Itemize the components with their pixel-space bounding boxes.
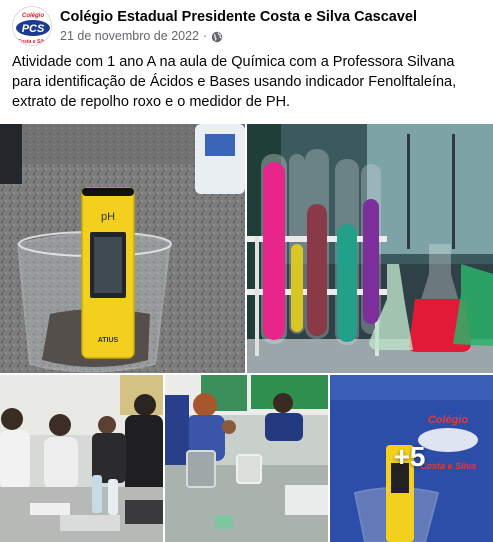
photo-test-tubes[interactable] (247, 124, 493, 373)
svg-text:Costa e Silva: Costa e Silva (420, 461, 476, 471)
svg-text:Costa e Silva: Costa e Silva (17, 39, 48, 45)
post-header: Colégio PCS Costa e Silva Colégio Estadu… (12, 6, 483, 46)
post-caption: Atividade com 1 ano A na aula de Química… (12, 54, 457, 110)
photo-students-beakers[interactable] (165, 375, 328, 542)
svg-text:Colégio: Colégio (22, 13, 44, 19)
page-avatar[interactable]: Colégio PCS Costa e Silva (12, 6, 52, 46)
svg-text:PCS: PCS (22, 23, 45, 35)
svg-text:pH: pH (101, 211, 115, 223)
separator-dot: · (203, 29, 208, 43)
svg-text:Colégio: Colégio (428, 414, 469, 426)
post-date-link[interactable]: 21 de novembro de 2022 (60, 28, 199, 45)
photo-ph-meter[interactable]: pH ATIUS (0, 124, 245, 373)
photo-ph-meter-shirt[interactable]: Colégio Costa e Silva (330, 375, 493, 542)
school-logo: Colégio PCS Costa e Silva (13, 7, 51, 45)
photo-students-table[interactable] (0, 375, 163, 542)
globe-icon (211, 31, 223, 42)
svg-text:ATIUS: ATIUS (98, 337, 119, 344)
page-name-link[interactable]: Colégio Estadual Presidente Costa e Silv… (60, 8, 417, 27)
